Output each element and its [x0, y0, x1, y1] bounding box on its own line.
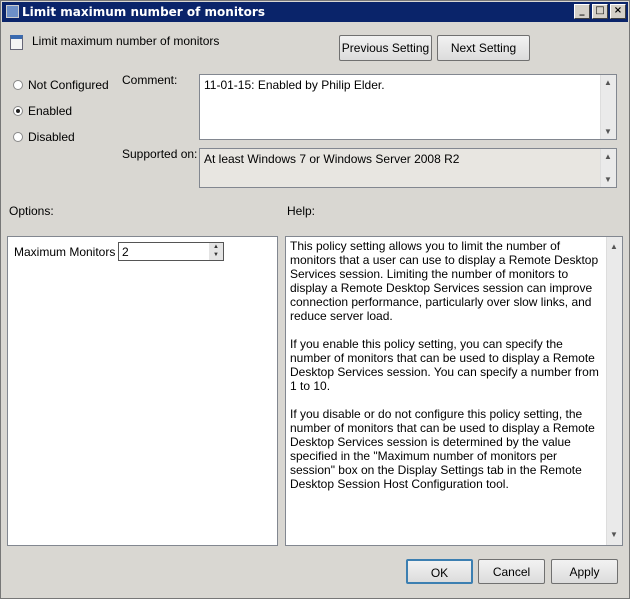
radio-not-configured[interactable]: Not Configured [13, 78, 109, 92]
options-label: Options: [9, 204, 54, 218]
maximize-button[interactable]: □ [592, 4, 608, 19]
comment-scrollbar[interactable]: ▲ ▼ [600, 75, 616, 139]
options-panel: Maximum Monitors 2 ▲ ▼ [7, 236, 278, 546]
help-scrollbar[interactable]: ▲ ▼ [606, 237, 622, 545]
radio-label: Disabled [28, 130, 75, 144]
title-bar[interactable]: Limit maximum number of monitors _ □ × [2, 2, 628, 22]
policy-icon [6, 5, 19, 18]
maximum-monitors-label: Maximum Monitors [14, 245, 116, 259]
maximum-monitors-spinner[interactable]: 2 ▲ ▼ [118, 242, 224, 261]
supported-label: Supported on: [122, 147, 198, 161]
ok-button[interactable]: OK [406, 559, 473, 584]
supported-scrollbar[interactable]: ▲ ▼ [600, 149, 616, 187]
setting-name: Limit maximum number of monitors [32, 34, 220, 48]
comment-label: Comment: [122, 73, 178, 87]
radio-enabled[interactable]: Enabled [13, 104, 72, 118]
radio-label: Enabled [28, 104, 73, 118]
radio-circle [13, 106, 23, 116]
help-paragraph: If you disable or do not configure this … [290, 407, 595, 491]
supported-on-field: At least Windows 7 or Windows Server 200… [199, 148, 617, 188]
close-button[interactable]: × [610, 4, 626, 19]
help-paragraph: If you enable this policy setting, you c… [290, 337, 599, 393]
apply-button[interactable]: Apply [551, 559, 618, 584]
spinner-value: 2 [122, 245, 129, 259]
help-paragraph: This policy setting allows you to limit … [290, 239, 599, 323]
policy-dialog: Limit maximum number of monitors _ □ × L… [0, 0, 630, 599]
setting-icon [10, 35, 23, 50]
comment-textarea[interactable]: 11-01-15: Enabled by Philip Elder. ▲ ▼ [199, 74, 617, 140]
help-panel: This policy setting allows you to limit … [285, 236, 623, 546]
radio-circle [13, 132, 23, 142]
cancel-button[interactable]: Cancel [478, 559, 545, 584]
previous-setting-button[interactable]: Previous Setting [339, 35, 432, 61]
radio-disabled[interactable]: Disabled [13, 130, 75, 144]
radio-circle [13, 80, 23, 90]
window-title: Limit maximum number of monitors [22, 5, 265, 19]
spinner-arrows[interactable]: ▲ ▼ [209, 243, 223, 260]
minimize-button[interactable]: _ [574, 4, 590, 19]
comment-text: 11-01-15: Enabled by Philip Elder. [204, 78, 385, 92]
help-label: Help: [287, 204, 316, 218]
radio-label: Not Configured [28, 78, 109, 92]
supported-text: At least Windows 7 or Windows Server 200… [204, 152, 460, 166]
next-setting-button[interactable]: Next Setting [437, 35, 530, 61]
